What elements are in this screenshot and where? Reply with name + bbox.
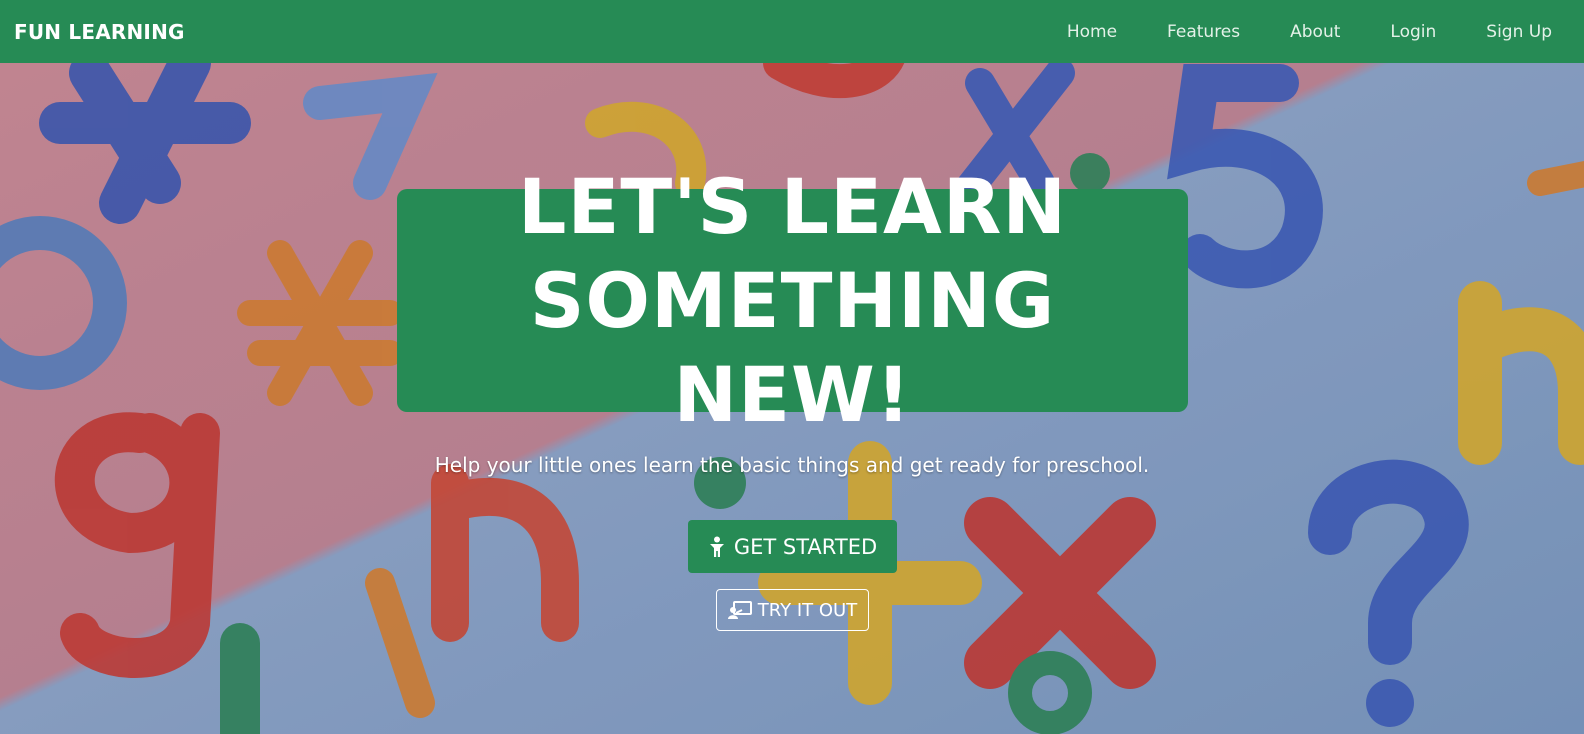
nav-link-sign-up[interactable]: Sign Up xyxy=(1461,22,1562,42)
nav-link-home[interactable]: Home xyxy=(1042,22,1142,42)
hero-headline: LET'S LEARN SOMETHING NEW! xyxy=(397,160,1188,442)
try-it-out-label: TRY IT OUT xyxy=(757,599,858,621)
top-navbar: FUN LEARNING Home Features About Login S… xyxy=(0,0,1584,63)
nav-link-login[interactable]: Login xyxy=(1365,22,1461,42)
headline-box: LET'S LEARN SOMETHING NEW! xyxy=(397,162,1188,439)
child-icon xyxy=(708,536,726,558)
brand-logo[interactable]: FUN LEARNING xyxy=(14,20,185,44)
nav-link-about[interactable]: About xyxy=(1265,22,1365,42)
headline-line-1: LET'S LEARN xyxy=(518,161,1067,251)
hero-subtitle: Help your little ones learn the basic th… xyxy=(434,453,1150,477)
nav-link-features[interactable]: Features xyxy=(1142,22,1265,42)
headline-line-2: SOMETHING NEW! xyxy=(529,255,1056,439)
hero-section: LET'S LEARN SOMETHING NEW! Help your lit… xyxy=(0,63,1584,734)
try-it-out-button[interactable]: TRY IT OUT xyxy=(716,589,869,631)
chalkboard-teacher-icon xyxy=(727,601,752,619)
get-started-button[interactable]: GET STARTED xyxy=(688,520,897,573)
nav-links: Home Features About Login Sign Up xyxy=(1042,22,1562,42)
get-started-label: GET STARTED xyxy=(733,534,878,559)
